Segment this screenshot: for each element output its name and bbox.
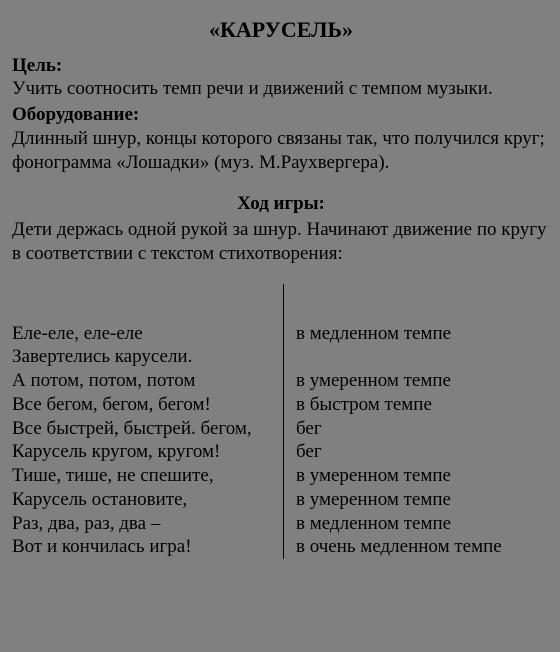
tempo-note: бег <box>284 417 550 441</box>
table-spacer <box>12 284 550 322</box>
tempo-note: в умеренном темпе <box>284 369 550 393</box>
poem-line: Все быстрей, быстрей. бегом, <box>12 417 284 441</box>
poem-line: Все бегом, бегом, бегом! <box>12 393 284 417</box>
table-row: Все быстрей, быстрей. бегом,бег <box>12 417 550 441</box>
goal-block: Цель: Учить соотносить темп речи и движе… <box>12 54 550 102</box>
equipment-text: Длинный шнур, концы которого связаны так… <box>12 128 545 173</box>
tempo-note: в медленном темпе <box>284 512 550 536</box>
poem-line: Тише, тише, не спешите, <box>12 464 284 488</box>
poem-line: Еле-еле, еле-еле <box>12 322 284 346</box>
equipment-label: Оборудование: <box>12 104 139 125</box>
table-row: Тише, тише, не спешите,в умеренном темпе <box>12 464 550 488</box>
poem-line: А потом, потом, потом <box>12 369 284 393</box>
poem-line: Карусель остановите, <box>12 488 284 512</box>
table-row: Все бегом, бегом, бегом!в быстром темпе <box>12 393 550 417</box>
table-row: Вот и кончилась игра!в очень медленном т… <box>12 535 550 559</box>
poem-table: Еле-еле, еле-елев медленном темпеЗаверте… <box>12 284 550 560</box>
gameplay-label: Ход игры: <box>12 192 550 216</box>
table-row: Раз, два, раз, два –в медленном темпе <box>12 512 550 536</box>
poem-line: Вот и кончилась игра! <box>12 535 284 559</box>
table-row: Завертелись карусели. <box>12 345 550 369</box>
tempo-note: в умеренном темпе <box>284 464 550 488</box>
table-row: Еле-еле, еле-елев медленном темпе <box>12 322 550 346</box>
tempo-note: в медленном темпе <box>284 322 550 346</box>
table-row: А потом, потом, потомв умеренном темпе <box>12 369 550 393</box>
tempo-note: в умеренном темпе <box>284 488 550 512</box>
poem-line: Завертелись карусели. <box>12 345 284 369</box>
gameplay-intro: Дети держась одной рукой за шнур. Начина… <box>12 218 550 266</box>
document-title: «КАРУСЕЛЬ» <box>12 16 550 44</box>
table-row: Карусель остановите,в умеренном темпе <box>12 488 550 512</box>
table-row: Карусель кругом, кругом!бег <box>12 440 550 464</box>
goal-text: Учить соотносить темп речи и движений с … <box>12 78 493 99</box>
tempo-note: бег <box>284 440 550 464</box>
tempo-note: в быстром темпе <box>284 393 550 417</box>
poem-line: Раз, два, раз, два – <box>12 512 284 536</box>
poem-line: Карусель кругом, кругом! <box>12 440 284 464</box>
tempo-note <box>284 345 550 369</box>
equipment-block: Оборудование: Длинный шнур, концы которо… <box>12 103 550 174</box>
goal-label: Цель: <box>12 55 62 76</box>
tempo-note: в очень медленном темпе <box>284 535 550 559</box>
